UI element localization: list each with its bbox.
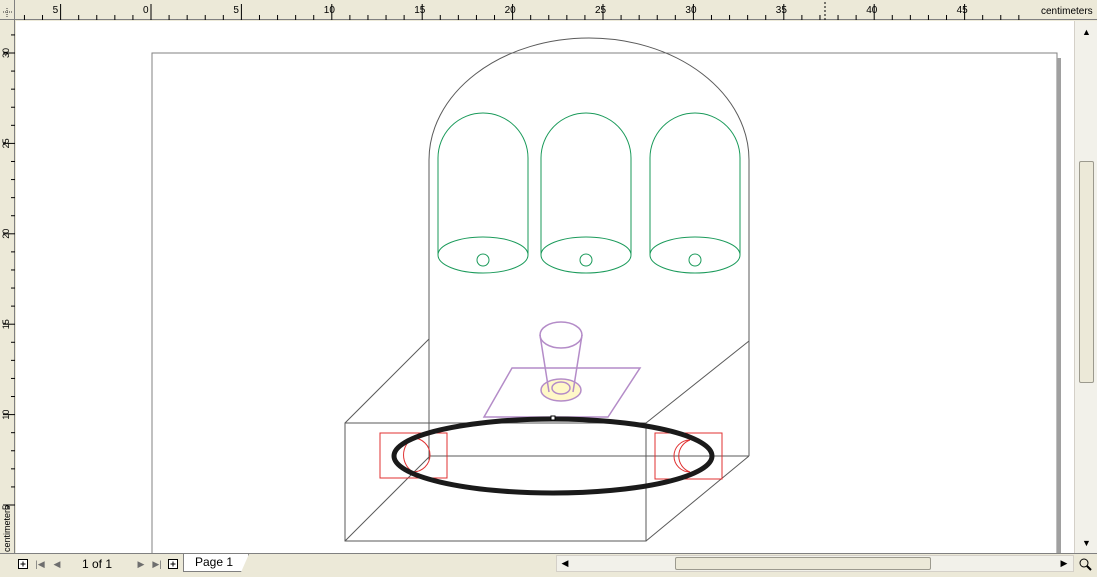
page-count-label: 1 of 1 xyxy=(81,557,113,571)
page-border xyxy=(151,52,1058,553)
ruler-tick-label: 30 xyxy=(685,5,697,16)
cup-tray-shape[interactable] xyxy=(482,321,642,418)
ruler-tick-label: 30 xyxy=(1,48,11,58)
ruler-tick-label: 15 xyxy=(414,5,426,16)
ruler-tick-label: 20 xyxy=(1,229,11,239)
ruler-origin-icon xyxy=(3,8,12,17)
scroll-right-arrow-icon[interactable]: ▶ xyxy=(1057,555,1071,572)
horizontal-scroll-thumb[interactable] xyxy=(675,557,931,570)
scroll-down-arrow-icon[interactable]: ▼ xyxy=(1078,534,1095,551)
cylinder-right-shape[interactable] xyxy=(649,112,741,274)
last-page-icon[interactable]: ▶| xyxy=(150,557,164,571)
vertical-scrollbar[interactable]: ▲ ▼ xyxy=(1074,21,1097,553)
ruler-horizontal-scale: 5 0 5 10 15 20 25 30 35 40 45 centimeters xyxy=(23,2,1093,20)
ruler-tick-label: 5 xyxy=(233,5,239,16)
ruler-vertical[interactable]: 30 25 20 15 10 5 centimeters xyxy=(0,20,15,553)
ruler-tick-label: 10 xyxy=(1,410,11,420)
vertical-scroll-thumb[interactable] xyxy=(1079,161,1094,383)
ruler-tick-label: 10 xyxy=(324,5,336,16)
drawing-svg[interactable] xyxy=(16,21,1074,553)
page-shadow xyxy=(1057,58,1061,553)
ruler-tick-label: 40 xyxy=(866,5,878,16)
zoom-navigator-icon[interactable] xyxy=(1077,556,1093,572)
ruler-unit-label: centimeters xyxy=(1041,6,1093,17)
ruler-horizontal[interactable]: 5 0 5 10 15 20 25 30 35 40 45 centimeters xyxy=(0,0,1097,20)
add-page-before-icon[interactable] xyxy=(16,557,30,571)
scroll-left-arrow-icon[interactable]: ◀ xyxy=(558,555,572,572)
previous-page-icon[interactable]: ◀ xyxy=(50,557,64,571)
document-navigator-bar: |◀ ◀ 1 of 1 ▶ ▶| Page 1 ◀ ▶ xyxy=(0,553,1097,577)
cylinder-left-shape[interactable] xyxy=(437,112,529,274)
add-page-after-icon[interactable] xyxy=(166,557,180,571)
ruler-origin-corner[interactable] xyxy=(0,0,15,20)
ruler-tick-label: 0 xyxy=(143,5,149,16)
ruler-tick-label: 45 xyxy=(957,5,969,16)
ruler-left-unit-label: centimeters xyxy=(2,505,12,552)
ruler-tick-label: 25 xyxy=(1,138,11,148)
ruler-tick-label: 5 xyxy=(53,5,59,16)
next-page-icon[interactable]: ▶ xyxy=(134,557,148,571)
drawing-canvas[interactable] xyxy=(16,21,1074,553)
tab-page-1[interactable]: Page 1 xyxy=(183,554,249,572)
horizontal-scrollbar[interactable]: ◀ ▶ xyxy=(556,555,1074,572)
first-page-icon[interactable]: |◀ xyxy=(33,557,47,571)
housing-arch-shape[interactable] xyxy=(428,37,750,460)
cylinder-middle-shape[interactable] xyxy=(540,112,632,274)
ruler-tick-label: 15 xyxy=(1,319,11,329)
ruler-vertical-scale: 30252015105 centimeters xyxy=(1,34,15,552)
ruler-tick-label: 35 xyxy=(776,5,788,16)
selection-node-handle[interactable] xyxy=(550,415,556,421)
ruler-tick-label: 25 xyxy=(595,5,607,16)
ruler-tick-label: 20 xyxy=(505,5,517,16)
scroll-up-arrow-icon[interactable]: ▲ xyxy=(1078,23,1095,40)
